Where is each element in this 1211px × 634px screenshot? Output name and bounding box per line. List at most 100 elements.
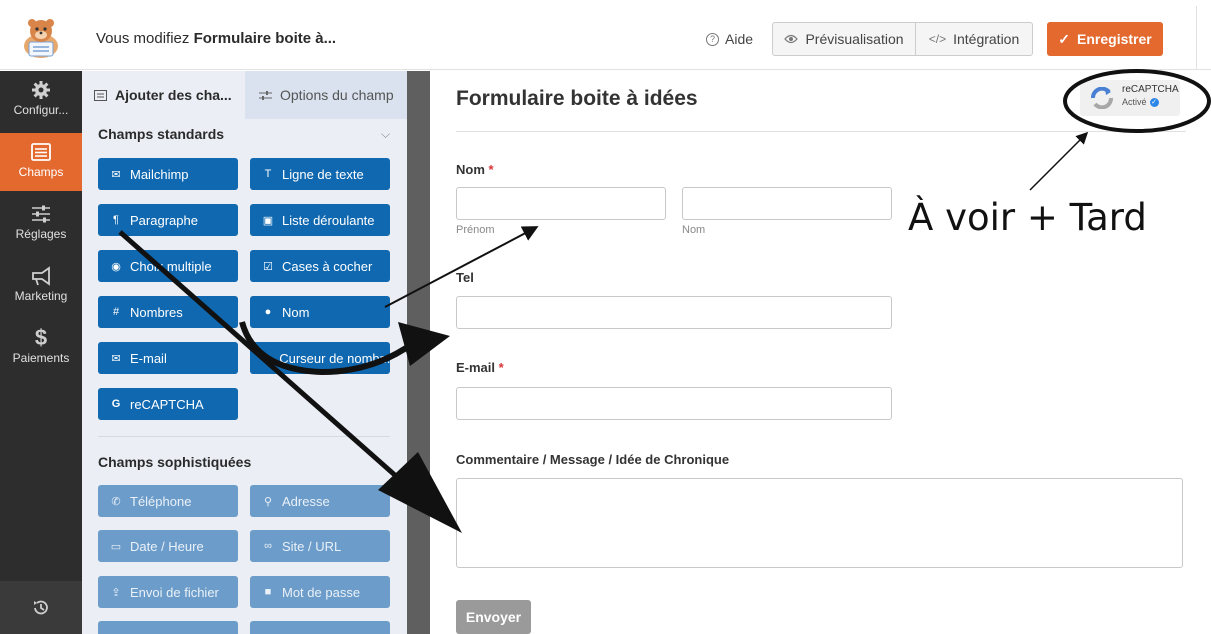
- field-dropdown-button[interactable]: ▣ Liste déroulante: [250, 204, 390, 236]
- eye-icon: [784, 34, 799, 44]
- comment-textarea[interactable]: [456, 478, 1183, 568]
- annotation-text: À voir + Tard: [908, 196, 1147, 239]
- field-label: Ligne de texte: [282, 166, 364, 182]
- tel-input[interactable]: [456, 296, 892, 329]
- slider-icon: ⊸: [262, 352, 272, 365]
- tel-field-label: Tel: [456, 270, 474, 285]
- field-label: Mot de passe: [282, 584, 361, 600]
- field-label: Site / URL: [282, 538, 342, 554]
- submit-button[interactable]: Envoyer: [456, 600, 531, 634]
- megaphone-icon: [32, 266, 50, 286]
- field-label: Mailchimp: [130, 166, 189, 182]
- recaptcha-badge: reCAPTCHA Activé ✓: [1080, 80, 1180, 116]
- field-paragraph-button[interactable]: ¶ Paragraphe: [98, 204, 238, 236]
- history-icon: [34, 600, 48, 614]
- field-extra-button[interactable]: [250, 621, 390, 634]
- tab-add-fields[interactable]: Ajouter des cha...: [82, 71, 245, 119]
- nav-label-payments: Paiements: [12, 351, 70, 365]
- save-label: Enregistrer: [1077, 31, 1152, 47]
- title-divider: [456, 131, 1186, 132]
- field-number-slider-button[interactable]: ⊸ Curseur de nombr...: [250, 342, 390, 374]
- paragraph-icon: ¶: [113, 214, 119, 226]
- field-label: Paragraphe: [130, 212, 198, 228]
- map-pin-icon: ⚲: [263, 495, 273, 508]
- field-label: Cases à cocher: [282, 258, 373, 274]
- help-icon: ?: [706, 32, 719, 46]
- email-label-text: E-mail: [456, 360, 496, 375]
- editing-form-name: Formulaire boite à...: [193, 30, 337, 47]
- field-label: Téléphone: [130, 493, 192, 509]
- upload-icon: ⇪: [111, 586, 121, 599]
- history-button[interactable]: [0, 581, 82, 634]
- field-file-upload-button[interactable]: ⇪ Envoi de fichier: [98, 576, 238, 608]
- dropdown-icon: ▣: [262, 214, 274, 227]
- gear-icon: [32, 81, 50, 99]
- editing-prefix: Vous modifiez: [96, 30, 194, 47]
- link-icon: ∞: [264, 540, 272, 552]
- sliders-icon: [32, 205, 50, 223]
- field-multiple-choice-button[interactable]: ◉ Choix multiple: [98, 250, 238, 282]
- form-title: Formulaire boite à idées: [456, 87, 698, 110]
- list-icon: [94, 89, 107, 101]
- logo-icon: [0, 6, 82, 70]
- name-label-text: Nom: [456, 162, 485, 177]
- nav-item-settings[interactable]: Réglages: [0, 195, 82, 253]
- email-input[interactable]: [456, 387, 892, 420]
- google-icon: G: [111, 398, 121, 410]
- field-label: Choix multiple: [130, 258, 212, 274]
- nav-item-marketing[interactable]: Marketing: [0, 257, 82, 315]
- first-name-input[interactable]: [456, 187, 666, 220]
- nav-label-marketing: Marketing: [14, 289, 68, 303]
- check-icon: ✓: [1058, 30, 1071, 47]
- form-builder-app: Vous modifiez Formulaire boite à... ? Ai…: [0, 0, 1211, 634]
- tab-add-label: Ajouter des cha...: [115, 87, 232, 103]
- field-text-line-button[interactable]: T Ligne de texte: [250, 158, 390, 190]
- first-name-sublabel: Prénom: [456, 224, 495, 236]
- save-button[interactable]: ✓ Enregistrer: [1047, 22, 1163, 56]
- fancy-fields-title: Champs sophistiquées: [98, 454, 252, 470]
- recaptcha-status: Activé ✓: [1122, 97, 1159, 107]
- field-name-button[interactable]: ● Nom: [250, 296, 390, 328]
- field-checkboxes-button[interactable]: ☑ Cases à cocher: [250, 250, 390, 282]
- embed-label: Intégration: [953, 31, 1020, 47]
- left-nav: Configur... Champs Réglages Marketing $ …: [0, 71, 82, 634]
- nav-item-configuration[interactable]: Configur...: [0, 71, 82, 129]
- nav-label-settings: Réglages: [15, 227, 67, 241]
- field-password-button[interactable]: ■ Mot de passe: [250, 576, 390, 608]
- field-date-time-button[interactable]: ▭ Date / Heure: [98, 530, 238, 562]
- email-field-label: E-mail *: [456, 360, 504, 375]
- field-url-button[interactable]: ∞ Site / URL: [250, 530, 390, 562]
- field-label: E-mail: [130, 350, 167, 366]
- last-name-input[interactable]: [682, 187, 892, 220]
- field-phone-button[interactable]: ✆ Téléphone: [98, 485, 238, 517]
- chevron-down-icon[interactable]: ⌵: [381, 127, 390, 142]
- nav-item-payments[interactable]: $ Paiements: [0, 319, 82, 377]
- field-address-button[interactable]: ⚲ Adresse: [250, 485, 390, 517]
- radio-icon: ◉: [111, 260, 121, 273]
- field-label: Nom: [282, 304, 310, 320]
- required-mark: *: [488, 162, 494, 177]
- name-field-label: Nom *: [456, 162, 494, 177]
- fields-icon: [31, 143, 51, 161]
- field-mailchimp-button[interactable]: ✉ Mailchimp: [98, 158, 238, 190]
- help-link[interactable]: ? Aide: [706, 31, 753, 47]
- checkbox-icon: ☑: [263, 260, 273, 273]
- field-numbers-button[interactable]: # Nombres: [98, 296, 238, 328]
- field-recaptcha-button[interactable]: GreCAPTCHA: [98, 388, 238, 420]
- last-name-sublabel: Nom: [682, 224, 706, 236]
- tab-field-options[interactable]: Options du champ: [245, 71, 407, 119]
- field-label: Date / Heure: [130, 538, 204, 554]
- dollar-icon: $: [34, 325, 48, 350]
- nav-label-configuration: Configur...: [13, 103, 69, 117]
- sliders-icon: [259, 90, 272, 100]
- field-email-button[interactable]: ✉ E-mail: [98, 342, 238, 374]
- required-mark: *: [498, 360, 504, 375]
- panel-divider: [407, 71, 430, 634]
- nav-item-fields[interactable]: Champs: [0, 133, 82, 191]
- preview-button[interactable]: Prévisualisation: [772, 22, 916, 56]
- lock-icon: ■: [264, 586, 272, 598]
- field-extra-button[interactable]: [98, 621, 238, 634]
- field-label: Liste déroulante: [282, 212, 375, 228]
- hash-icon: #: [112, 306, 120, 318]
- embed-button[interactable]: </> Intégration: [915, 22, 1033, 56]
